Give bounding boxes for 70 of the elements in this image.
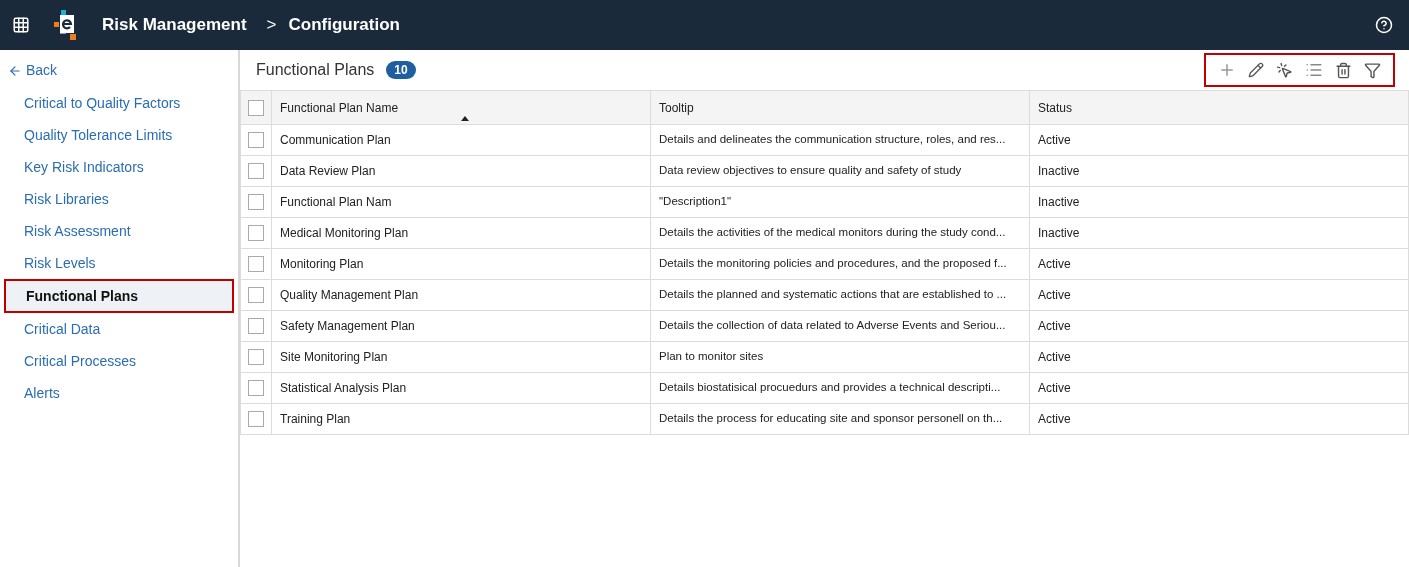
row-checkbox[interactable] [248,132,264,148]
sidebar-item[interactable]: Risk Assessment [4,215,234,247]
table-cell: Safety Management Plan [271,310,651,342]
table-cell: Site Monitoring Plan [271,341,651,373]
table-cell: Monitoring Plan [271,248,651,280]
filter-icon[interactable] [1364,61,1381,79]
sidebar-item[interactable]: Critical to Quality Factors [4,87,234,119]
table-cell: Active [1029,310,1409,342]
table-cell: Medical Monitoring Plan [271,217,651,249]
table-cell: Training Plan [271,403,651,435]
table-cell: Active [1029,248,1409,280]
logo-icon [54,10,78,40]
table-cell: Plan to monitor sites [650,341,1030,373]
sidebar-item[interactable]: Critical Processes [4,345,234,377]
list-icon[interactable] [1305,61,1323,79]
table-cell: Inactive [1029,155,1409,187]
table-cell: Details the collection of data related to Adverse Events and Seriou... [650,310,1030,342]
add-icon[interactable] [1218,61,1236,79]
panel-title: Functional Plans [256,60,375,80]
trash-icon[interactable] [1335,61,1352,79]
table-cell: Quality Management Plan [271,279,651,311]
column-header[interactable]: Status [1029,90,1409,125]
count-badge: 10 [386,61,416,79]
column-header[interactable]: Tooltip [650,90,1030,125]
sidebar-item[interactable]: Quality Tolerance Limits [4,119,234,151]
table-cell: Communication Plan [271,124,651,156]
row-checkbox[interactable] [248,225,264,241]
back-link[interactable]: Back [0,54,238,87]
table-cell: Active [1029,279,1409,311]
table-cell: Data review objectives to ensure quality and safety of study [650,155,1030,187]
select-all-checkbox[interactable] [248,99,264,116]
table-cell: Functional Plan Nam [271,186,651,218]
table-cell: Statistical Analysis Plan [271,372,651,404]
sidebar-item[interactable]: Key Risk Indicators [4,151,234,183]
row-checkbox[interactable] [248,380,264,396]
sidebar-item[interactable]: Alerts [4,377,234,409]
row-checkbox[interactable] [248,163,264,179]
sidebar-item[interactable]: Critical Data [4,313,234,345]
table-cell: Active [1029,372,1409,404]
page-title: Configuration [288,14,400,37]
sidebar-item[interactable]: Functional Plans [4,279,234,313]
breadcrumb-separator: > [266,14,277,37]
back-arrow-icon [8,63,22,78]
table-cell: Active [1029,124,1409,156]
row-checkbox[interactable] [248,318,264,334]
row-checkbox[interactable] [248,256,264,272]
row-checkbox[interactable] [248,287,264,303]
table-cell: Active [1029,403,1409,435]
table-cell: Details and delineates the communication structure, roles, and res... [650,124,1030,156]
sidebar-item[interactable]: Risk Libraries [4,183,234,215]
pencil-icon[interactable] [1248,62,1264,78]
table-cell: Details the monitoring policies and procedures, and the proposed f... [650,248,1030,280]
table-cell: Active [1029,341,1409,373]
table-cell: Details the process for educating site and sponsor personell on th... [650,403,1030,435]
table-cell: Inactive [1029,186,1409,218]
table-cell: Details the activities of the medical monitors during the study cond... [650,217,1030,249]
column-header[interactable]: Functional Plan Name [271,90,651,125]
table-cell: Details the planned and systematic actions that are established to ... [650,279,1030,311]
help-icon[interactable] [1375,16,1393,34]
pointer-target-icon[interactable] [1276,61,1293,79]
table-cell: Details biostatisical procuedurs and provides a technical descripti... [650,372,1030,404]
app-grid-icon[interactable] [12,16,30,34]
app-title: Risk Management [102,14,247,37]
sidebar-item[interactable]: Risk Levels [4,247,234,279]
row-checkbox[interactable] [248,349,264,365]
table-cell: "Description1" [650,186,1030,218]
row-checkbox[interactable] [248,411,264,427]
row-checkbox[interactable] [248,194,264,210]
table-cell: Inactive [1029,217,1409,249]
table-cell: Data Review Plan [271,155,651,187]
